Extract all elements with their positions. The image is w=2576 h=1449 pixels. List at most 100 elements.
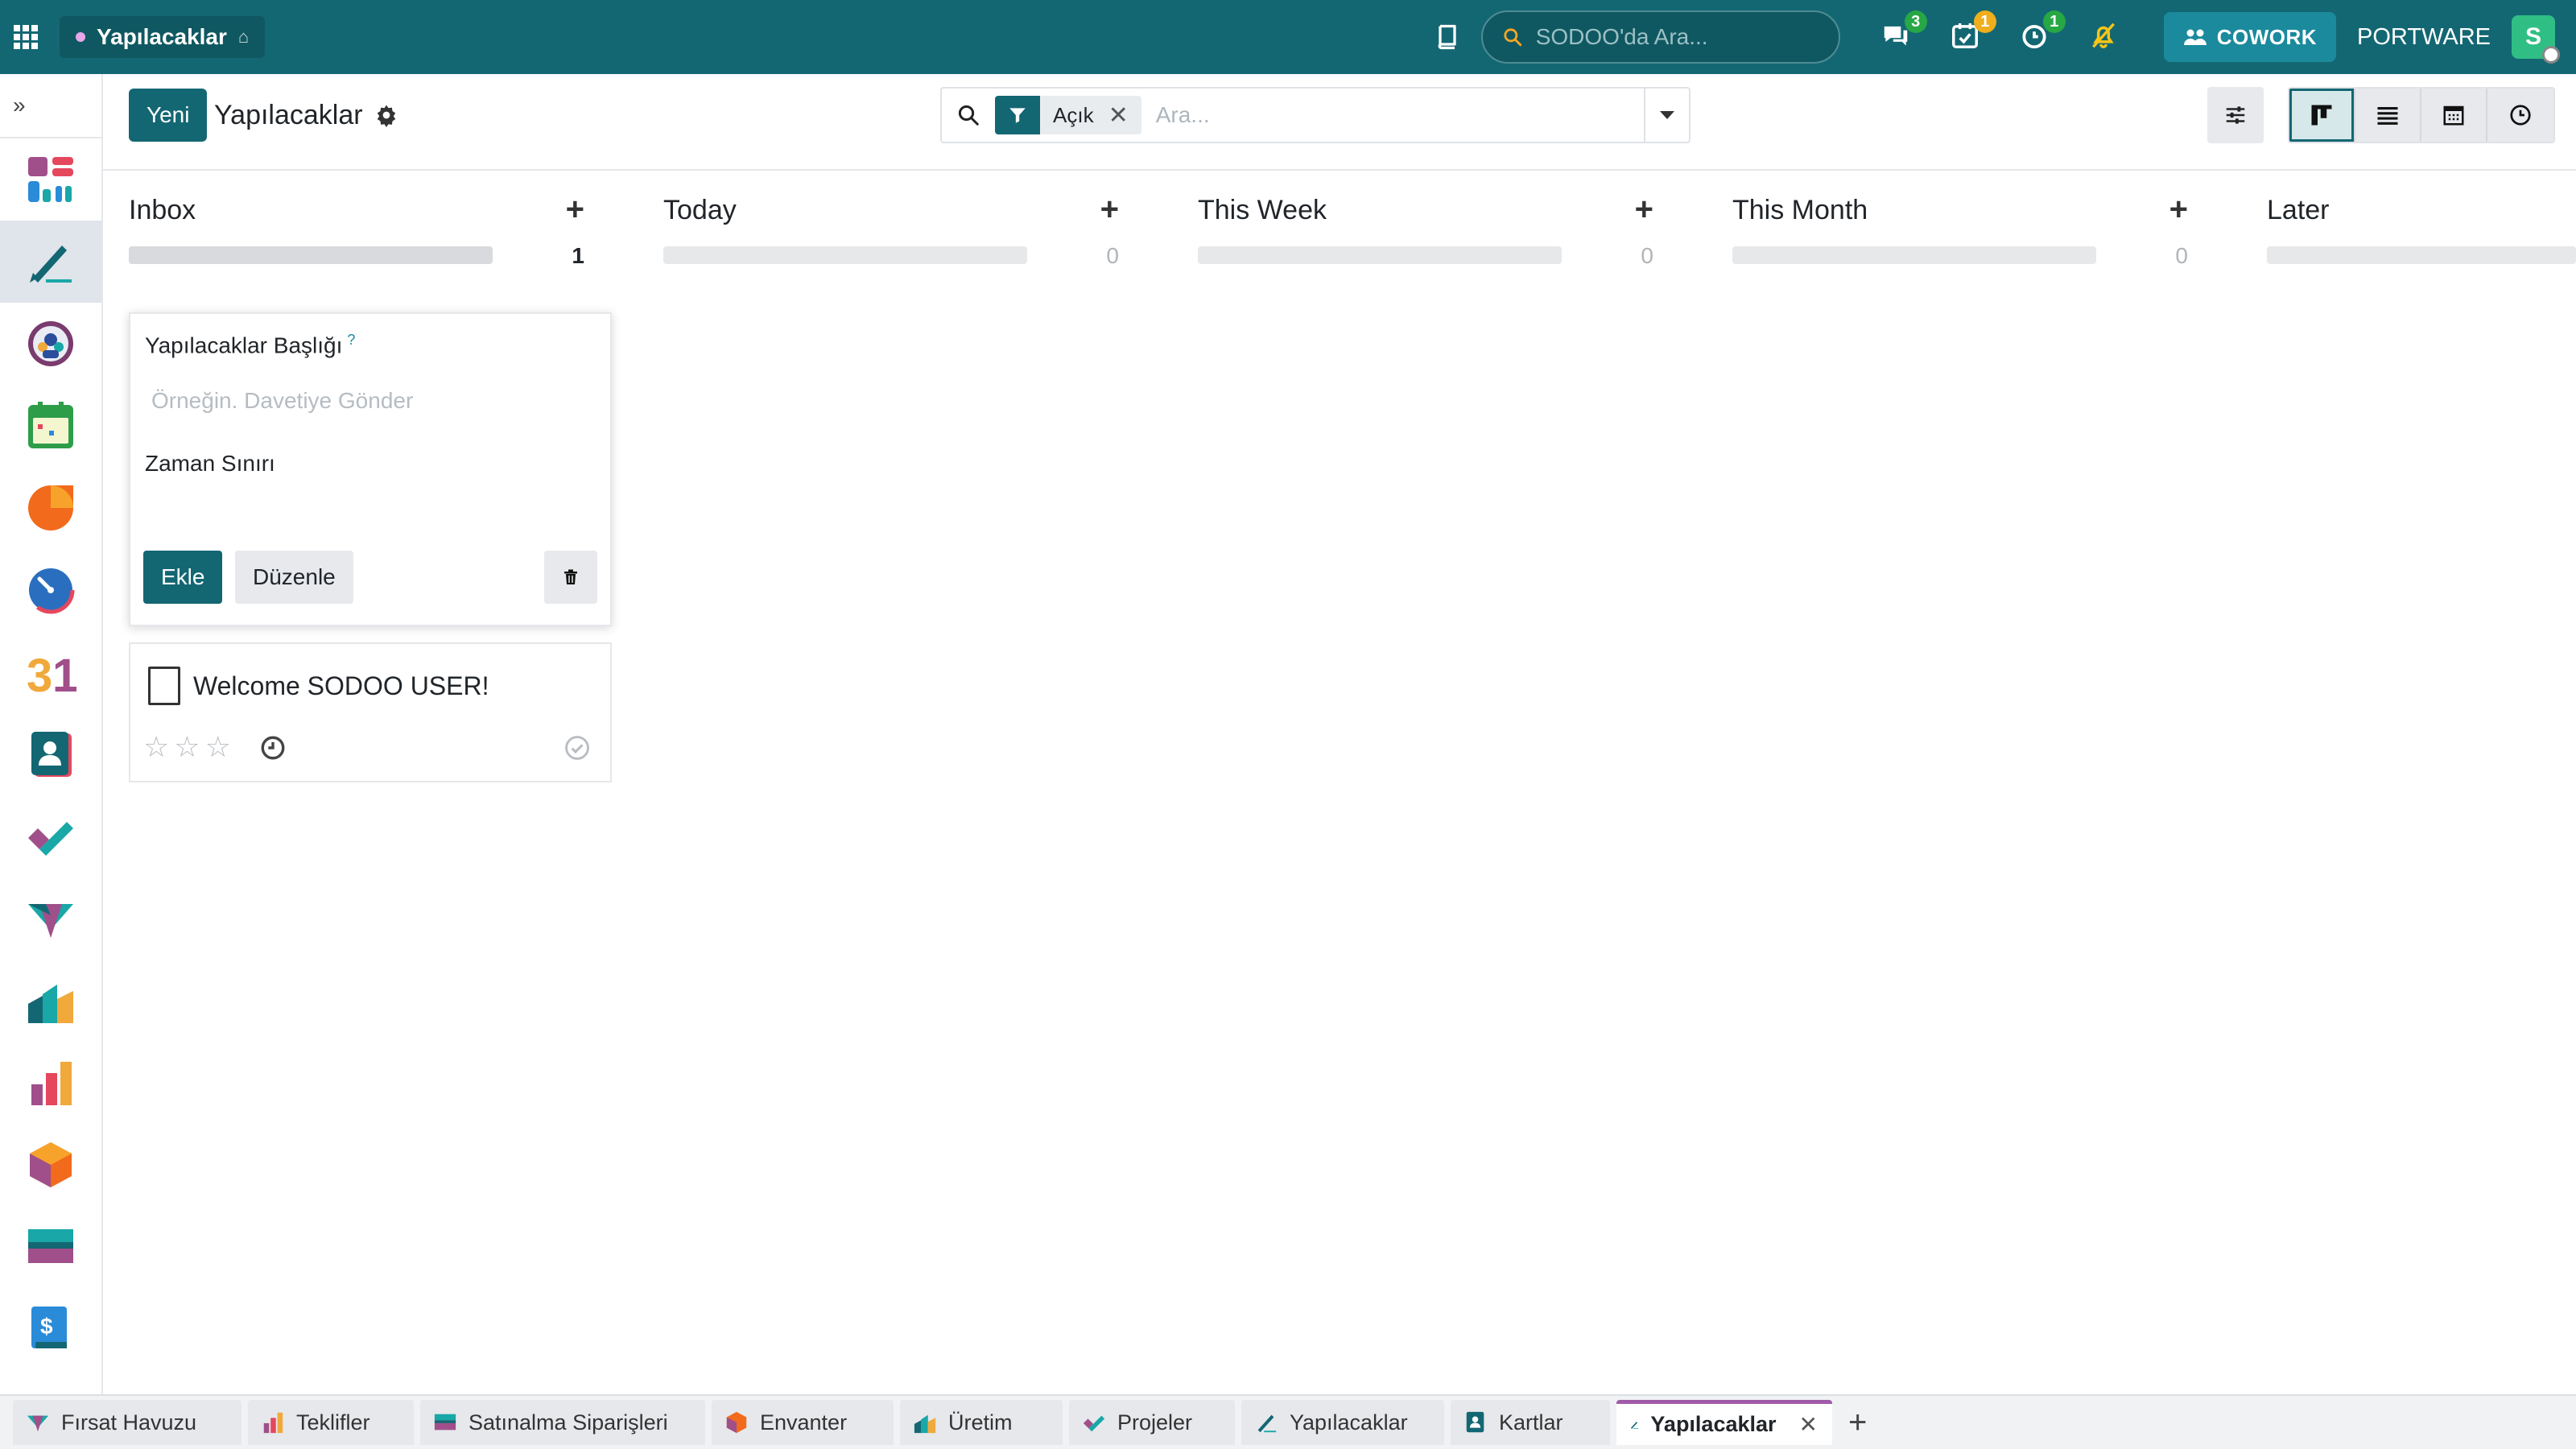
mark-done-check-circle-icon[interactable] (564, 734, 591, 762)
sidebar-app-timesheet[interactable] (0, 549, 101, 631)
column-title[interactable]: Inbox (129, 195, 196, 226)
search-button[interactable] (942, 89, 995, 142)
column-title[interactable]: This Week (1198, 195, 1327, 226)
priority-star-icon[interactable]: ☆ (205, 733, 231, 762)
activities-badge: 1 (1973, 10, 1996, 33)
column-progress-bar[interactable] (1732, 246, 2096, 264)
calendar-view-button[interactable] (2421, 89, 2487, 142)
add-button[interactable]: Ekle (143, 551, 223, 604)
column-header: Later (2241, 171, 2576, 264)
search-options-toggle[interactable] (1644, 89, 1689, 142)
sidebar-app-todo[interactable] (0, 221, 101, 303)
column-quick-add-plus-icon[interactable]: + (566, 192, 584, 228)
bottom-tab[interactable]: Yapılacaklar (1241, 1400, 1444, 1445)
column-progress-bar[interactable] (129, 246, 493, 264)
sidebar-app-dashboard[interactable] (0, 138, 101, 221)
list-view-button[interactable] (2355, 89, 2421, 142)
kanban-view-button[interactable] (2289, 89, 2355, 142)
sidebar-app-sales[interactable] (0, 1042, 101, 1124)
global-search-input[interactable]: SODOO'da Ara... (1480, 10, 1840, 64)
app-sidebar: » 3 1 $ (0, 74, 103, 1394)
bottom-tab[interactable]: Teklifler (248, 1400, 414, 1445)
bottom-tab[interactable]: Kartlar (1451, 1400, 1610, 1445)
filter-facet: Açık ✕ (995, 96, 1141, 134)
bottom-tab[interactable]: Fırsat Havuzu (13, 1400, 242, 1445)
bottom-tab-active[interactable]: Yapılacaklar ✕ (1616, 1400, 1832, 1445)
activities-button[interactable]: 1 (1950, 10, 1996, 54)
bottom-tab-label: Yapılacaklar (1290, 1410, 1408, 1435)
column-quick-add-plus-icon[interactable]: + (1100, 192, 1119, 228)
title-label-text: Yapılacaklar Başlığı (145, 332, 343, 358)
new-button[interactable]: Yeni (129, 89, 208, 142)
kanban-column-today: Today + 0 (638, 171, 1148, 268)
column-title[interactable]: Later (2267, 195, 2330, 226)
search-input[interactable]: Ara... (1156, 102, 1644, 128)
sidebar-app-inventory[interactable] (0, 1124, 101, 1206)
todo-title-input[interactable]: Örneğin. Davetiye Gönder (145, 382, 596, 422)
user-avatar[interactable]: S (2512, 15, 2560, 64)
timer-button[interactable]: 1 (2019, 10, 2066, 54)
sidebar-app-team[interactable] (0, 303, 101, 385)
search-icon (958, 105, 979, 126)
todo-checkbox[interactable] (148, 667, 180, 705)
bottom-tab[interactable]: Satınalma Siparişleri (420, 1400, 705, 1445)
bottom-tab[interactable]: Projeler (1069, 1400, 1235, 1445)
sidebar-app-purchase[interactable] (0, 1206, 101, 1288)
list-icon (2377, 107, 2398, 125)
contacts-app-icon (31, 732, 72, 777)
messages-button[interactable]: 3 (1880, 10, 1927, 54)
calendar-icon (2443, 105, 2464, 126)
purchase-app-icon (28, 1229, 73, 1263)
todo-app-icon (30, 246, 72, 283)
column-quick-add-plus-icon[interactable]: + (2169, 192, 2188, 228)
team-app-icon (28, 321, 73, 366)
activity-clock-icon[interactable] (259, 734, 287, 762)
sidebar-app-project[interactable] (0, 795, 101, 877)
bottom-tab[interactable]: Üretim (900, 1400, 1063, 1445)
filter-panel-button[interactable] (2207, 87, 2264, 143)
close-tab-icon[interactable]: ✕ (1799, 1411, 1818, 1438)
discard-button[interactable] (544, 551, 597, 604)
add-tab-plus-icon[interactable]: + (1848, 1405, 1867, 1441)
column-quick-add-plus-icon[interactable]: + (1635, 192, 1653, 228)
sidebar-app-crm[interactable] (0, 877, 101, 960)
column-progress-bar[interactable] (663, 246, 1027, 264)
priority-star-icon[interactable]: ☆ (174, 733, 200, 762)
edit-button[interactable]: Düzenle (235, 551, 353, 604)
sliders-icon (2226, 106, 2245, 124)
apps-menu-button[interactable] (0, 0, 52, 74)
bottom-tab[interactable]: Envanter (712, 1400, 894, 1445)
sidebar-app-invoicing[interactable]: $ (0, 1288, 101, 1370)
sidebar-app-events[interactable]: 3 1 (0, 631, 101, 713)
cowork-button[interactable]: COWORK (2163, 12, 2337, 62)
help-tooltip-icon[interactable]: ? (347, 332, 355, 348)
quick-create-card: Yapılacaklar Başlığı? Örneğin. Davetiye … (129, 312, 612, 626)
column-title[interactable]: This Month (1732, 195, 1868, 226)
top-navbar: Yapılacaklar ⌂ SODOO'da Ara... 3 1 1 COW… (0, 0, 2576, 74)
notifications-muted-button[interactable] (2088, 20, 2122, 54)
bottom-tab-label: Projeler (1117, 1410, 1193, 1435)
kanban-record-card[interactable]: Welcome SODOO USER! ☆ ☆ ☆ (129, 642, 612, 782)
bottom-tab-label: Üretim (948, 1410, 1013, 1435)
sidebar-app-discuss[interactable] (0, 467, 101, 549)
gear-icon[interactable] (374, 103, 398, 127)
sidebar-app-calendar[interactable] (0, 385, 101, 467)
column-progress-bar[interactable] (1198, 246, 1562, 264)
company-switcher[interactable]: PORTWARE (2357, 24, 2491, 51)
sidebar-app-manufacturing[interactable] (0, 960, 101, 1042)
sidebar-expand-button[interactable]: » (0, 74, 101, 138)
column-progress-bar[interactable] (2267, 246, 2576, 264)
kanban-column-this-month: This Month + 0 (1707, 171, 2217, 268)
sidebar-app-contacts[interactable] (0, 713, 101, 795)
priority-star-icon[interactable]: ☆ (143, 733, 169, 762)
timesheet-app-icon (27, 566, 75, 614)
bottom-tab-label: Teklifler (296, 1410, 370, 1435)
current-app-pill[interactable]: Yapılacaklar ⌂ (60, 16, 266, 58)
column-title[interactable]: Today (663, 195, 737, 226)
knowledge-book-icon[interactable] (1433, 23, 1462, 52)
activity-view-button[interactable] (2487, 89, 2553, 142)
remove-facet-close-icon[interactable]: ✕ (1108, 101, 1141, 130)
discuss-app-icon (28, 485, 73, 530)
purchase-icon (434, 1414, 456, 1430)
bottom-tab-bar: Fırsat Havuzu Teklifler Satınalma Sipari… (0, 1394, 2576, 1449)
